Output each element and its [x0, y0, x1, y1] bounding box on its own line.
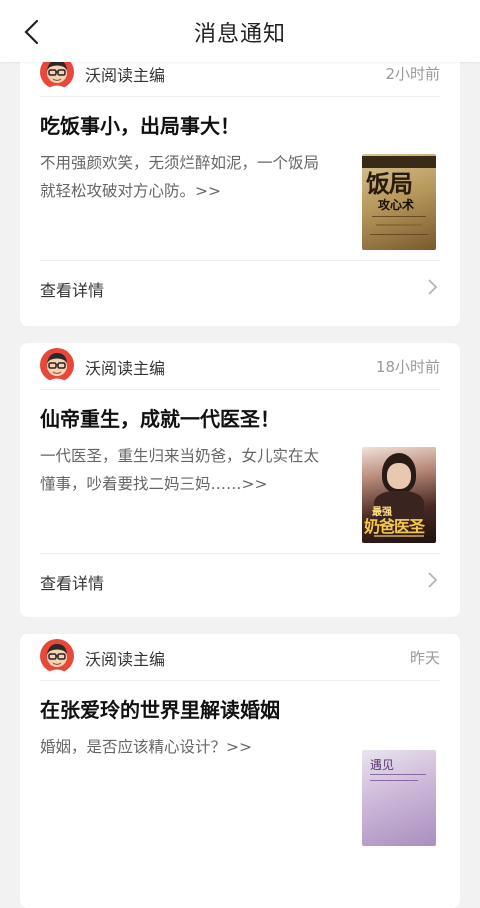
view-details-label: 查看详情	[40, 281, 105, 300]
message-card[interactable]: 沃阅读主编 昨天 在张爱玲的世界里解读婚姻 婚姻，是否应该精心设计？>> 遇见	[20, 634, 460, 908]
author-name: 沃阅读主编	[85, 359, 166, 378]
message-description: 不用强颜欢笑，无须烂醉如泥，一个饭局就轻松攻破对方心防。>>	[40, 154, 320, 200]
message-time: 昨天	[409, 649, 440, 667]
message-description: 婚姻，是否应该精心设计？>>	[40, 738, 252, 756]
message-card[interactable]: 沃阅读主编 18小时前 仙帝重生，成就一代医圣！ 一代医圣，重生归来当奶爸，女儿…	[20, 343, 460, 617]
book-cover[interactable]: 饭局 攻心术	[362, 154, 436, 250]
book-cover[interactable]: 最强 奶爸医圣	[362, 447, 436, 543]
cover-title-big: 饭局	[366, 169, 413, 198]
chevron-right-icon	[428, 572, 438, 588]
avatar-icon	[40, 348, 74, 382]
cover-title-big: 奶爸医圣	[364, 517, 425, 536]
message-time: 2小时前	[385, 65, 440, 83]
message-headline: 吃饭事小，出局事大！	[40, 114, 240, 138]
message-headline: 仙帝重生，成就一代医圣！	[40, 407, 280, 431]
book-cover[interactable]: 遇见	[362, 750, 436, 846]
card-header: 沃阅读主编 18小时前	[40, 343, 440, 390]
view-details-row[interactable]: 查看详情	[40, 260, 440, 313]
message-description: 一代医圣，重生归来当奶爸，女儿实在太懂事，吵着要找二妈三妈……>>	[40, 447, 320, 493]
message-card[interactable]: 沃阅读主编 2小时前 吃饭事小，出局事大！ 不用强颜欢笑，无须烂醉如泥，一个饭局…	[20, 50, 460, 326]
message-time: 18小时前	[375, 358, 440, 376]
author-name: 沃阅读主编	[85, 650, 166, 669]
top-bar: 消息通知	[0, 0, 480, 62]
view-details-row[interactable]: 查看详情	[40, 553, 440, 606]
cover-title-small: 攻心术	[378, 198, 415, 212]
view-details-label: 查看详情	[40, 574, 105, 593]
message-headline: 在张爱玲的世界里解读婚姻	[40, 698, 280, 722]
avatar-icon	[40, 639, 74, 673]
chevron-right-icon	[428, 279, 438, 295]
cover-title-big: 遇见	[370, 758, 395, 772]
card-header: 沃阅读主编 昨天	[40, 634, 440, 681]
author-name: 沃阅读主编	[85, 66, 166, 85]
page-title: 消息通知	[193, 22, 286, 47]
